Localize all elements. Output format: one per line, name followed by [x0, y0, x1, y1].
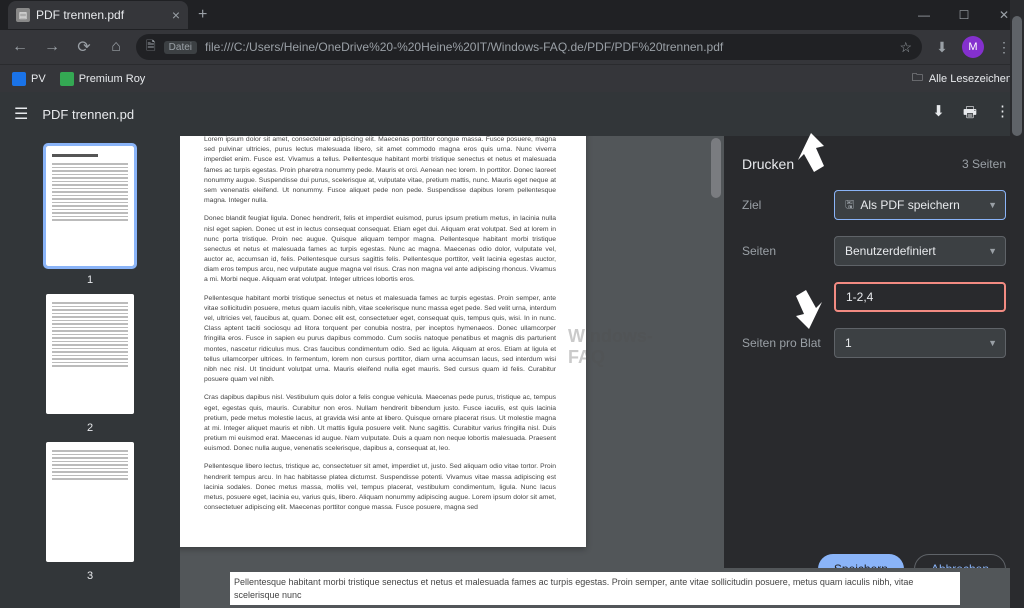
chevron-down-icon: ▼ — [988, 246, 997, 256]
pages-mode-select[interactable]: Benutzerdefiniert ▼ — [834, 236, 1006, 266]
pdf-document-title: PDF trennen.pd — [42, 107, 134, 122]
browser-toolbar: ← → ⟳ ⌂ 🗎 Datei file:///C:/Users/Heine/O… — [0, 30, 1024, 64]
page-paragraph: Pellentesque habitant morbi tristique se… — [204, 294, 556, 386]
preview-scrollbar[interactable] — [711, 136, 721, 608]
titlebar: ▤ PDF trennen.pdf × + — ☐ ✕ — [0, 0, 1024, 30]
thumbnail-page-2[interactable] — [46, 294, 134, 414]
tab-title: PDF trennen.pdf — [36, 8, 166, 22]
page-paragraph: Cras dapibus dapibus nisl. Vestibulum qu… — [204, 393, 556, 454]
file-icon: 🗎 — [146, 37, 156, 58]
destination-label: Ziel — [742, 198, 834, 212]
all-bookmarks-button[interactable]: 🗀 Alle Lesezeichen — [912, 69, 1012, 88]
browser-tab[interactable]: ▤ PDF trennen.pdf × — [8, 1, 188, 29]
hamburger-icon[interactable]: ☰ — [14, 104, 28, 124]
print-page-count: 3 Seiten — [962, 157, 1006, 171]
bookmarks-bar: PV Premium Roy 🗀 Alle Lesezeichen — [0, 64, 1024, 92]
chevron-down-icon: ▼ — [988, 200, 997, 210]
address-bar[interactable]: 🗎 Datei file:///C:/Users/Heine/OneDrive%… — [136, 34, 922, 60]
page-range-input[interactable] — [834, 282, 1006, 312]
pages-per-sheet-label: Seiten pro Blat — [742, 336, 834, 350]
thumbnail-page-3[interactable] — [46, 442, 134, 562]
thumbnail-page-1[interactable] — [46, 146, 134, 266]
print-dialog-title: Drucken — [742, 156, 794, 172]
pages-per-sheet-select[interactable]: 1 ▼ — [834, 328, 1006, 358]
save-icon: 🖫 — [845, 196, 854, 215]
chevron-down-icon: ▼ — [988, 338, 997, 348]
window-controls: — ☐ ✕ — [904, 0, 1024, 30]
bookmark-pv[interactable]: PV — [12, 72, 46, 86]
back-button[interactable]: ← — [8, 38, 32, 56]
profile-avatar[interactable]: M — [962, 36, 984, 58]
pdf-favicon-icon: ▤ — [16, 8, 30, 22]
print-pdf-icon[interactable]: 🖶 — [963, 102, 977, 127]
print-dialog: Drucken 3 Seiten Ziel 🖫 Als PDF speicher… — [724, 136, 1024, 608]
page-paragraph: Donec blandit feugiat ligula. Donec hend… — [204, 214, 556, 285]
pdf-viewer-header: ☰ PDF trennen.pd ⬇ 🖶 ⋮ — [0, 92, 1024, 136]
bookmark-star-icon[interactable]: ☆ — [899, 39, 912, 56]
destination-select[interactable]: 🖫 Als PDF speichern ▼ — [834, 190, 1006, 220]
thumb-number: 3 — [87, 570, 93, 582]
bookmark-icon — [12, 72, 26, 86]
bookmark-royal[interactable]: Premium Roy — [60, 72, 146, 86]
download-icon[interactable]: ⬇ — [930, 39, 954, 56]
reload-button[interactable]: ⟳ — [72, 37, 96, 57]
thumb-number: 2 — [87, 422, 93, 434]
page-paragraph: Lorem ipsum dolor sit amet, consectetuer… — [204, 136, 556, 206]
close-tab-icon[interactable]: × — [172, 7, 180, 23]
pdf-page: Windows-FAQ – PDF trennen Lorem ipsum do… — [180, 136, 586, 547]
forward-button[interactable]: → — [40, 38, 64, 56]
bookmark-icon — [60, 72, 74, 86]
new-tab-button[interactable]: + — [188, 6, 217, 24]
home-button[interactable]: ⌂ — [104, 38, 128, 56]
page-paragraph: Pellentesque libero lectus, tristique ac… — [204, 462, 556, 513]
main-scrollbar[interactable] — [1010, 0, 1024, 608]
pages-label: Seiten — [742, 244, 834, 258]
next-page-peek: Pellentesque habitant morbi tristique se… — [180, 568, 1010, 608]
download-pdf-icon[interactable]: ⬇ — [932, 102, 945, 127]
scheme-label: Datei — [164, 41, 197, 54]
minimize-button[interactable]: — — [904, 0, 944, 30]
thumb-number: 1 — [87, 274, 93, 286]
main-area: 1 2 3 Windows-FAQ – PDF trennen Lorem ip… — [0, 136, 1024, 608]
maximize-button[interactable]: ☐ — [944, 0, 984, 30]
thumbnail-sidebar: 1 2 3 — [0, 136, 180, 608]
more-icon[interactable]: ⋮ — [995, 102, 1010, 127]
pdf-preview-area: Windows-FAQ – PDF trennen Lorem ipsum do… — [180, 136, 724, 608]
folder-icon: 🗀 — [912, 69, 923, 88]
url-text: file:///C:/Users/Heine/OneDrive%20-%20He… — [205, 40, 891, 54]
